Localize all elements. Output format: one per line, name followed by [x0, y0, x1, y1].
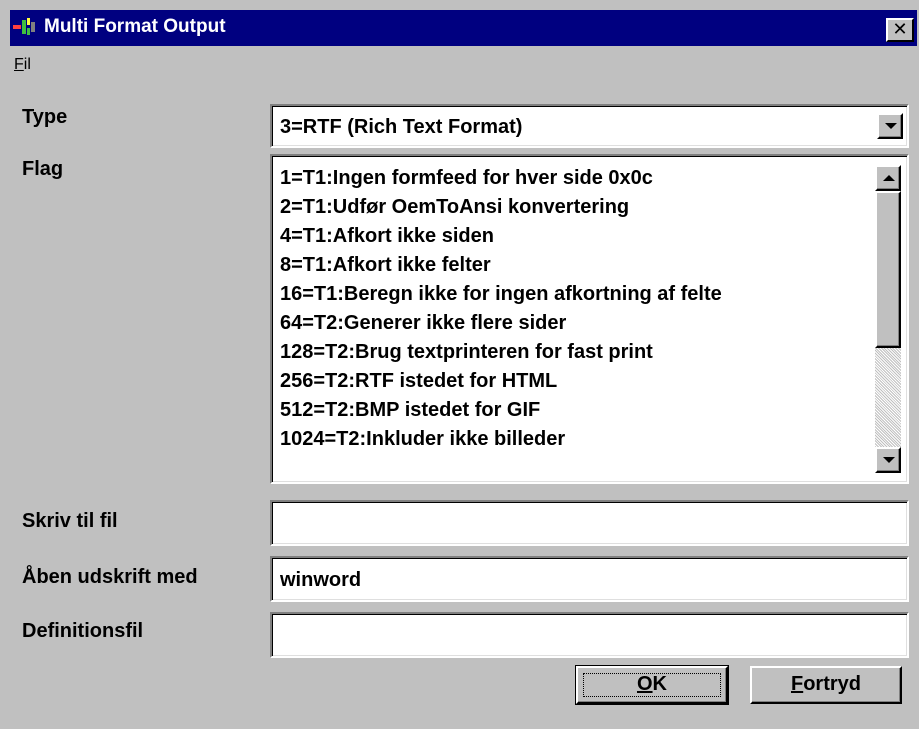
menu-fil-rest: il — [23, 56, 31, 73]
window-title: Multi Format Output — [44, 16, 226, 37]
flag-list-item[interactable]: 2=T1:Udfør OemToAnsi konvertering — [280, 193, 629, 221]
menu-fil-accelerator: F — [14, 56, 24, 73]
flag-listbox[interactable]: 1=T1:Ingen formfeed for hver side 0x0c 2=… — [270, 154, 909, 484]
flag-list-item[interactable]: 16=T1:Beregn ikke for ingen afkortning a… — [280, 280, 722, 308]
flag-list-item[interactable]: 256=T2:RTF istedet for HTML — [280, 367, 557, 395]
dialog-window: Multi Format Output ✕ Fil Type 3=RTF (Ri… — [0, 0, 919, 729]
app-icon — [13, 18, 35, 35]
flag-label: Flag — [22, 158, 64, 180]
focus-rectangle — [583, 673, 721, 697]
definitionsfil-input[interactable] — [270, 612, 909, 658]
type-label: Type — [22, 106, 68, 128]
flag-scroll-up-button[interactable] — [875, 165, 901, 191]
type-select[interactable]: 3=RTF (Rich Text Format) — [270, 104, 909, 148]
skriv-til-fil-label: Skriv til fil — [22, 510, 118, 532]
chevron-down-icon — [885, 123, 897, 129]
skriv-til-fil-input[interactable] — [270, 500, 909, 546]
flag-list-item[interactable]: 1024=T2:Inkluder ikke billeder — [280, 425, 565, 453]
aaben-udskrift-med-label: Åben udskrift med — [22, 566, 198, 588]
flag-list-item[interactable]: 4=T1:Afkort ikke siden — [280, 222, 494, 250]
menu-bar: Fil — [10, 50, 917, 80]
flag-scroll-down-button[interactable] — [875, 447, 901, 473]
type-selected-value: 3=RTF (Rich Text Format) — [280, 116, 523, 138]
type-dropdown-button[interactable] — [877, 113, 903, 139]
title-bar[interactable]: Multi Format Output ✕ — [10, 10, 917, 46]
flag-list-item[interactable]: 128=T2:Brug textprinteren for fast print — [280, 338, 653, 366]
flag-list-item[interactable]: 64=T2:Generer ikke flere sider — [280, 309, 566, 337]
cancel-label-rest: ortryd — [803, 673, 861, 695]
flag-list-item[interactable]: 1=T1:Ingen formfeed for hver side 0x0c — [280, 164, 653, 192]
arrow-down-icon — [883, 457, 895, 463]
menu-item-fil[interactable]: Fil — [14, 56, 31, 74]
definitionsfil-label: Definitionsfil — [22, 620, 144, 642]
flag-list-item[interactable]: 512=T2:BMP istedet for GIF — [280, 396, 540, 424]
cancel-button[interactable]: Fortryd — [750, 666, 902, 704]
ok-button[interactable]: OK — [575, 665, 729, 705]
close-icon: ✕ — [892, 19, 908, 39]
aaben-udskrift-med-value: winword — [280, 569, 362, 591]
flag-scroll-thumb[interactable] — [875, 191, 901, 348]
arrow-up-icon — [883, 175, 895, 181]
close-button[interactable]: ✕ — [886, 18, 914, 42]
cancel-accelerator: F — [790, 673, 804, 695]
aaben-udskrift-med-input[interactable]: winword — [270, 556, 909, 602]
flag-list-item[interactable]: 8=T1:Afkort ikke felter — [280, 251, 491, 279]
